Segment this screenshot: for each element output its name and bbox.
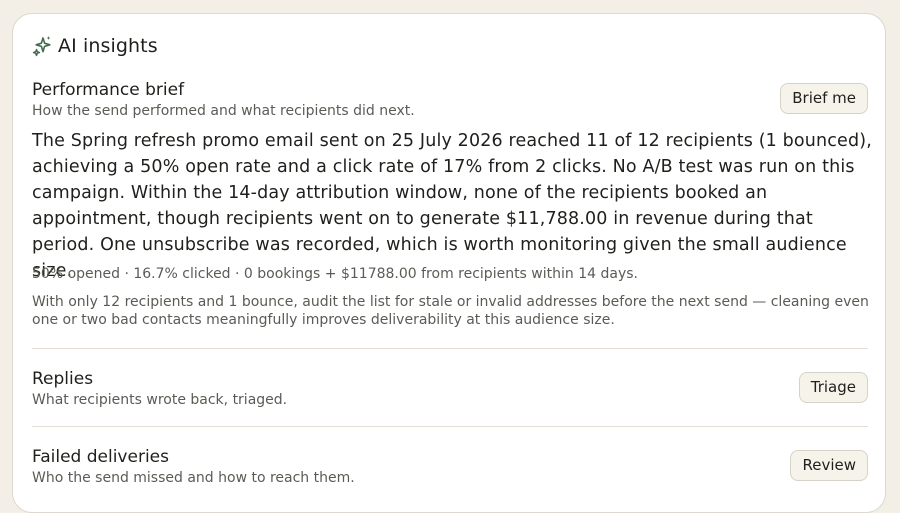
brief-me-button[interactable]: Brief me bbox=[780, 83, 868, 114]
divider bbox=[32, 348, 868, 349]
performance-brief-section: Performance brief How the send performed… bbox=[32, 80, 868, 120]
triage-button[interactable]: Triage bbox=[798, 372, 868, 403]
failed-deliveries-title: Failed deliveries bbox=[32, 447, 169, 467]
replies-section: Replies What recipients wrote back, tria… bbox=[32, 369, 868, 409]
failed-deliveries-subtitle: Who the send missed and how to reach the… bbox=[32, 470, 355, 486]
review-button[interactable]: Review bbox=[790, 450, 868, 481]
performance-brief-subtitle: How the send performed and what recipien… bbox=[32, 103, 415, 119]
performance-brief-title: Performance brief bbox=[32, 80, 185, 100]
divider bbox=[32, 426, 868, 427]
failed-deliveries-section: Failed deliveries Who the send missed an… bbox=[32, 447, 868, 487]
performance-advice: With only 12 recipients and 1 bounce, au… bbox=[32, 294, 869, 328]
performance-summary: The Spring refresh promo email sent on 2… bbox=[32, 131, 872, 281]
card-header: AI insights bbox=[32, 35, 158, 57]
replies-title: Replies bbox=[32, 369, 94, 389]
card-title: AI insights bbox=[58, 35, 158, 57]
sparkle-icon bbox=[32, 35, 52, 57]
performance-stats: 50% opened · 16.7% clicked · 0 bookings … bbox=[32, 266, 638, 282]
ai-insights-card: AI insights Performance brief How the se… bbox=[12, 13, 886, 513]
replies-subtitle: What recipients wrote back, triaged. bbox=[32, 392, 288, 408]
